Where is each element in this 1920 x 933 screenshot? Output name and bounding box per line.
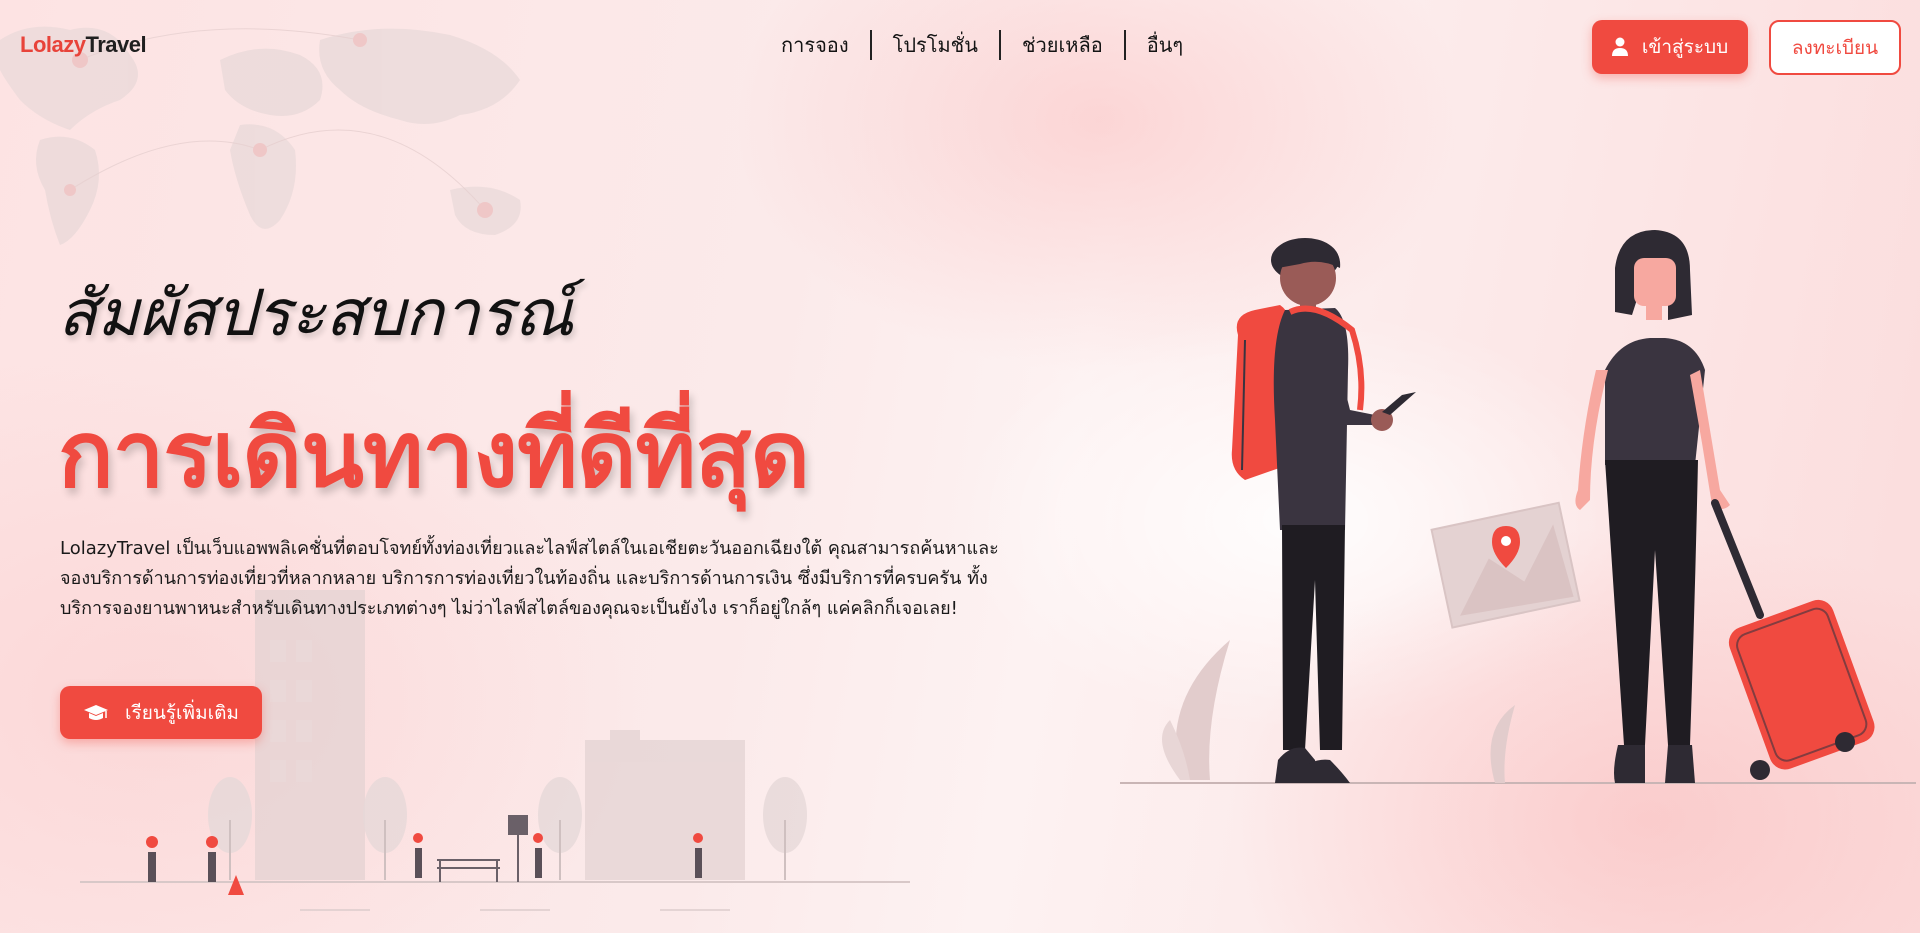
user-icon [1611,37,1628,56]
nav-item-help[interactable]: ช่วยเหลือ [1001,30,1124,60]
brand-logo[interactable]: LolazyTravel [20,32,147,58]
learn-more-button[interactable]: เรียนรู้เพิ่มเติม [60,686,262,739]
nav-item-promotions[interactable]: โปรโมชั่น [872,30,999,60]
hero-title: การเดินทางที่ดีที่สุด [58,401,810,508]
nav-item-booking[interactable]: การจอง [760,30,870,60]
brand-logo-part1: Lolazy [20,32,86,57]
travelers-illustration [1120,230,1916,784]
register-button[interactable]: ลงทะเบียน [1769,20,1901,75]
login-button-label: เข้าสู่ระบบ [1641,36,1729,58]
hero-description: LolazyTravel เป็นเว็บแอพพลิเคชั่นที่ตอบโ… [60,538,999,619]
main-nav: การจอง โปรโมชั่น ช่วยเหลือ อื่นๆ [760,30,1204,60]
hero-subtitle: สัมผัสประสบการณ์ [58,277,574,351]
city-background-illustration [80,590,910,911]
register-button-label: ลงทะเบียน [1791,36,1879,59]
learn-more-button-label: เรียนรู้เพิ่มเติม [125,701,239,724]
login-button[interactable]: เข้าสู่ระบบ [1592,20,1748,74]
brand-logo-part2: Travel [85,32,147,57]
nav-item-more[interactable]: อื่นๆ [1126,30,1204,60]
graduation-cap-icon [84,704,109,720]
